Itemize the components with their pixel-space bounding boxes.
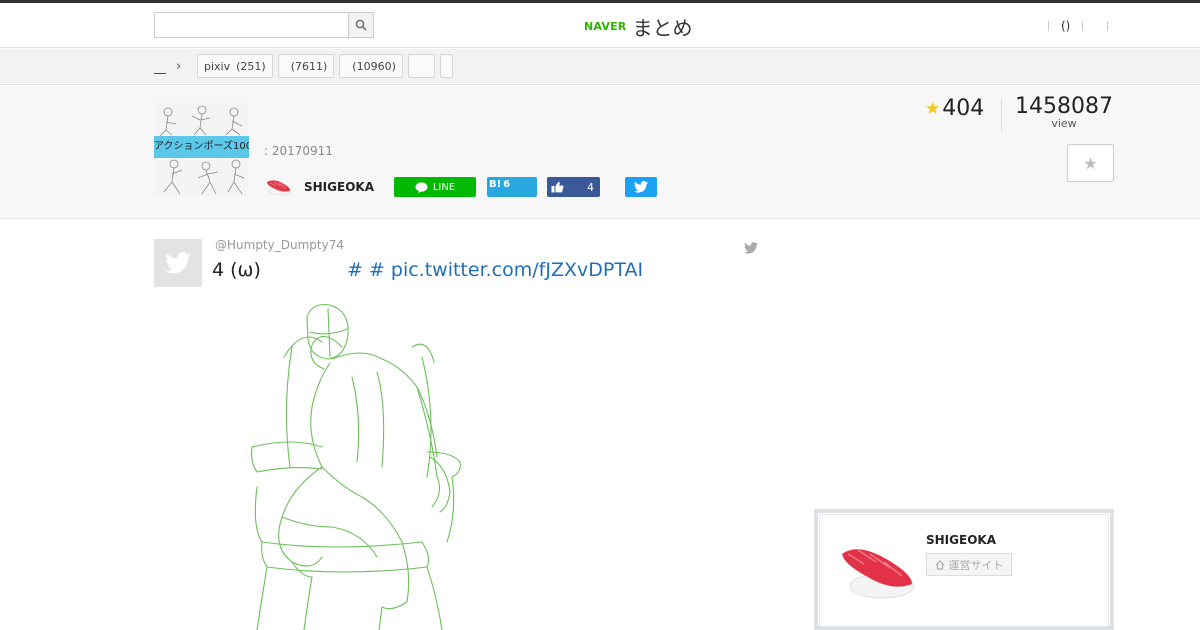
header-links: () [1048, 19, 1109, 33]
home-icon [935, 559, 944, 570]
divider [1082, 21, 1084, 31]
divider [1001, 98, 1002, 132]
view-count: 1458087 view [1014, 94, 1114, 130]
tweet-text: 4 (ω) # # pic.twitter.com/fJZXvDPTAI [212, 259, 643, 281]
author-card-avatar[interactable] [838, 540, 918, 604]
author-card: SHIGEOKA 運営サイト [814, 509, 1114, 630]
tweet-text-body: 4 (ω) [212, 259, 261, 281]
search-button[interactable] [348, 13, 373, 37]
tag-item[interactable] [439, 54, 453, 78]
header-link-1[interactable]: () [1049, 19, 1082, 33]
line-icon [415, 181, 428, 193]
sushi-icon [267, 180, 293, 196]
author-site-button[interactable]: 運営サイト [926, 553, 1012, 576]
tag-item[interactable]: (7611) [277, 54, 335, 78]
sushi-icon [842, 549, 915, 599]
author-name[interactable]: SHIGEOKA [304, 180, 374, 194]
tweet-source-link[interactable] [744, 239, 758, 258]
line-share-button[interactable]: LINE [393, 177, 476, 197]
thumbs-up-icon [551, 181, 564, 193]
favorite-count-value: 404 [942, 96, 985, 121]
tag-list: pixiv (251) (7611) (10960) [197, 54, 453, 78]
tag-label: pixiv [204, 59, 231, 73]
twitter-bird-icon [165, 252, 191, 274]
article-date: : 20170911 [264, 144, 333, 158]
logo-matome-text: まとめ [632, 15, 693, 40]
facebook-like-button[interactable]: 4 [546, 177, 600, 197]
tweet-link[interactable]: # # pic.twitter.com/fJZXvDPTAI [347, 259, 643, 281]
logo-naver-text: NAVER [584, 19, 627, 33]
twitter-bird-icon [744, 242, 758, 254]
hatena-icon: B! [488, 179, 502, 190]
category-bar: __ › pixiv (251) (7611) (10960) [0, 49, 1200, 85]
tweet-handle[interactable]: @Humpty_Dumpty74 [215, 238, 344, 252]
thumbnail-title: アクションポーズ100 [154, 136, 249, 158]
tweet-avatar[interactable] [154, 239, 202, 287]
twitter-share-button[interactable] [624, 177, 657, 197]
star-outline-icon: ★ [1083, 153, 1098, 173]
chevron-right-icon: › [176, 59, 182, 74]
divider [1107, 21, 1109, 31]
tag-count: (251) [236, 59, 266, 73]
tag-item[interactable]: (10960) [339, 54, 403, 78]
author-avatar[interactable] [264, 175, 294, 199]
star-icon: ★ [925, 98, 941, 119]
tag-pixiv[interactable]: pixiv (251) [197, 54, 273, 78]
hatena-count: 6 [503, 179, 511, 190]
favorite-count: ★ 404 [925, 96, 984, 121]
hatena-bookmark-button[interactable]: B! 6 [486, 177, 537, 197]
seated-figure-sketch-image [251, 303, 461, 630]
tag-count: (7611) [290, 59, 328, 73]
author-card-inner: SHIGEOKA 運営サイト [819, 514, 1109, 626]
article-thumbnail[interactable]: アクションポーズ100 [154, 102, 249, 196]
tag-item[interactable] [407, 54, 435, 78]
author-row: SHIGEOKA LINE B! 6 4 [264, 175, 657, 199]
breadcrumb-label: __ [154, 59, 166, 74]
favorite-button[interactable]: ★ [1067, 144, 1114, 182]
site-logo[interactable]: NAVER まとめ [584, 13, 693, 40]
tag-count: (10960) [352, 59, 396, 73]
line-label: LINE [432, 181, 456, 193]
view-count-value: 1458087 [1015, 94, 1113, 119]
search-box [154, 12, 374, 38]
author-site-label: 運営サイト [948, 558, 1004, 572]
site-header: NAVER まとめ () [0, 3, 1200, 48]
twitter-bird-icon [633, 181, 648, 193]
article-header: アクションポーズ100 : 20170911 SHIGEOKA LINE B! … [0, 86, 1200, 219]
facebook-like-count: 4 [586, 180, 594, 194]
search-icon [355, 19, 367, 31]
author-card-name[interactable]: SHIGEOKA [926, 533, 996, 547]
search-input[interactable] [155, 13, 349, 37]
tweet-image[interactable] [212, 287, 512, 630]
breadcrumb[interactable]: __ › [154, 59, 181, 74]
